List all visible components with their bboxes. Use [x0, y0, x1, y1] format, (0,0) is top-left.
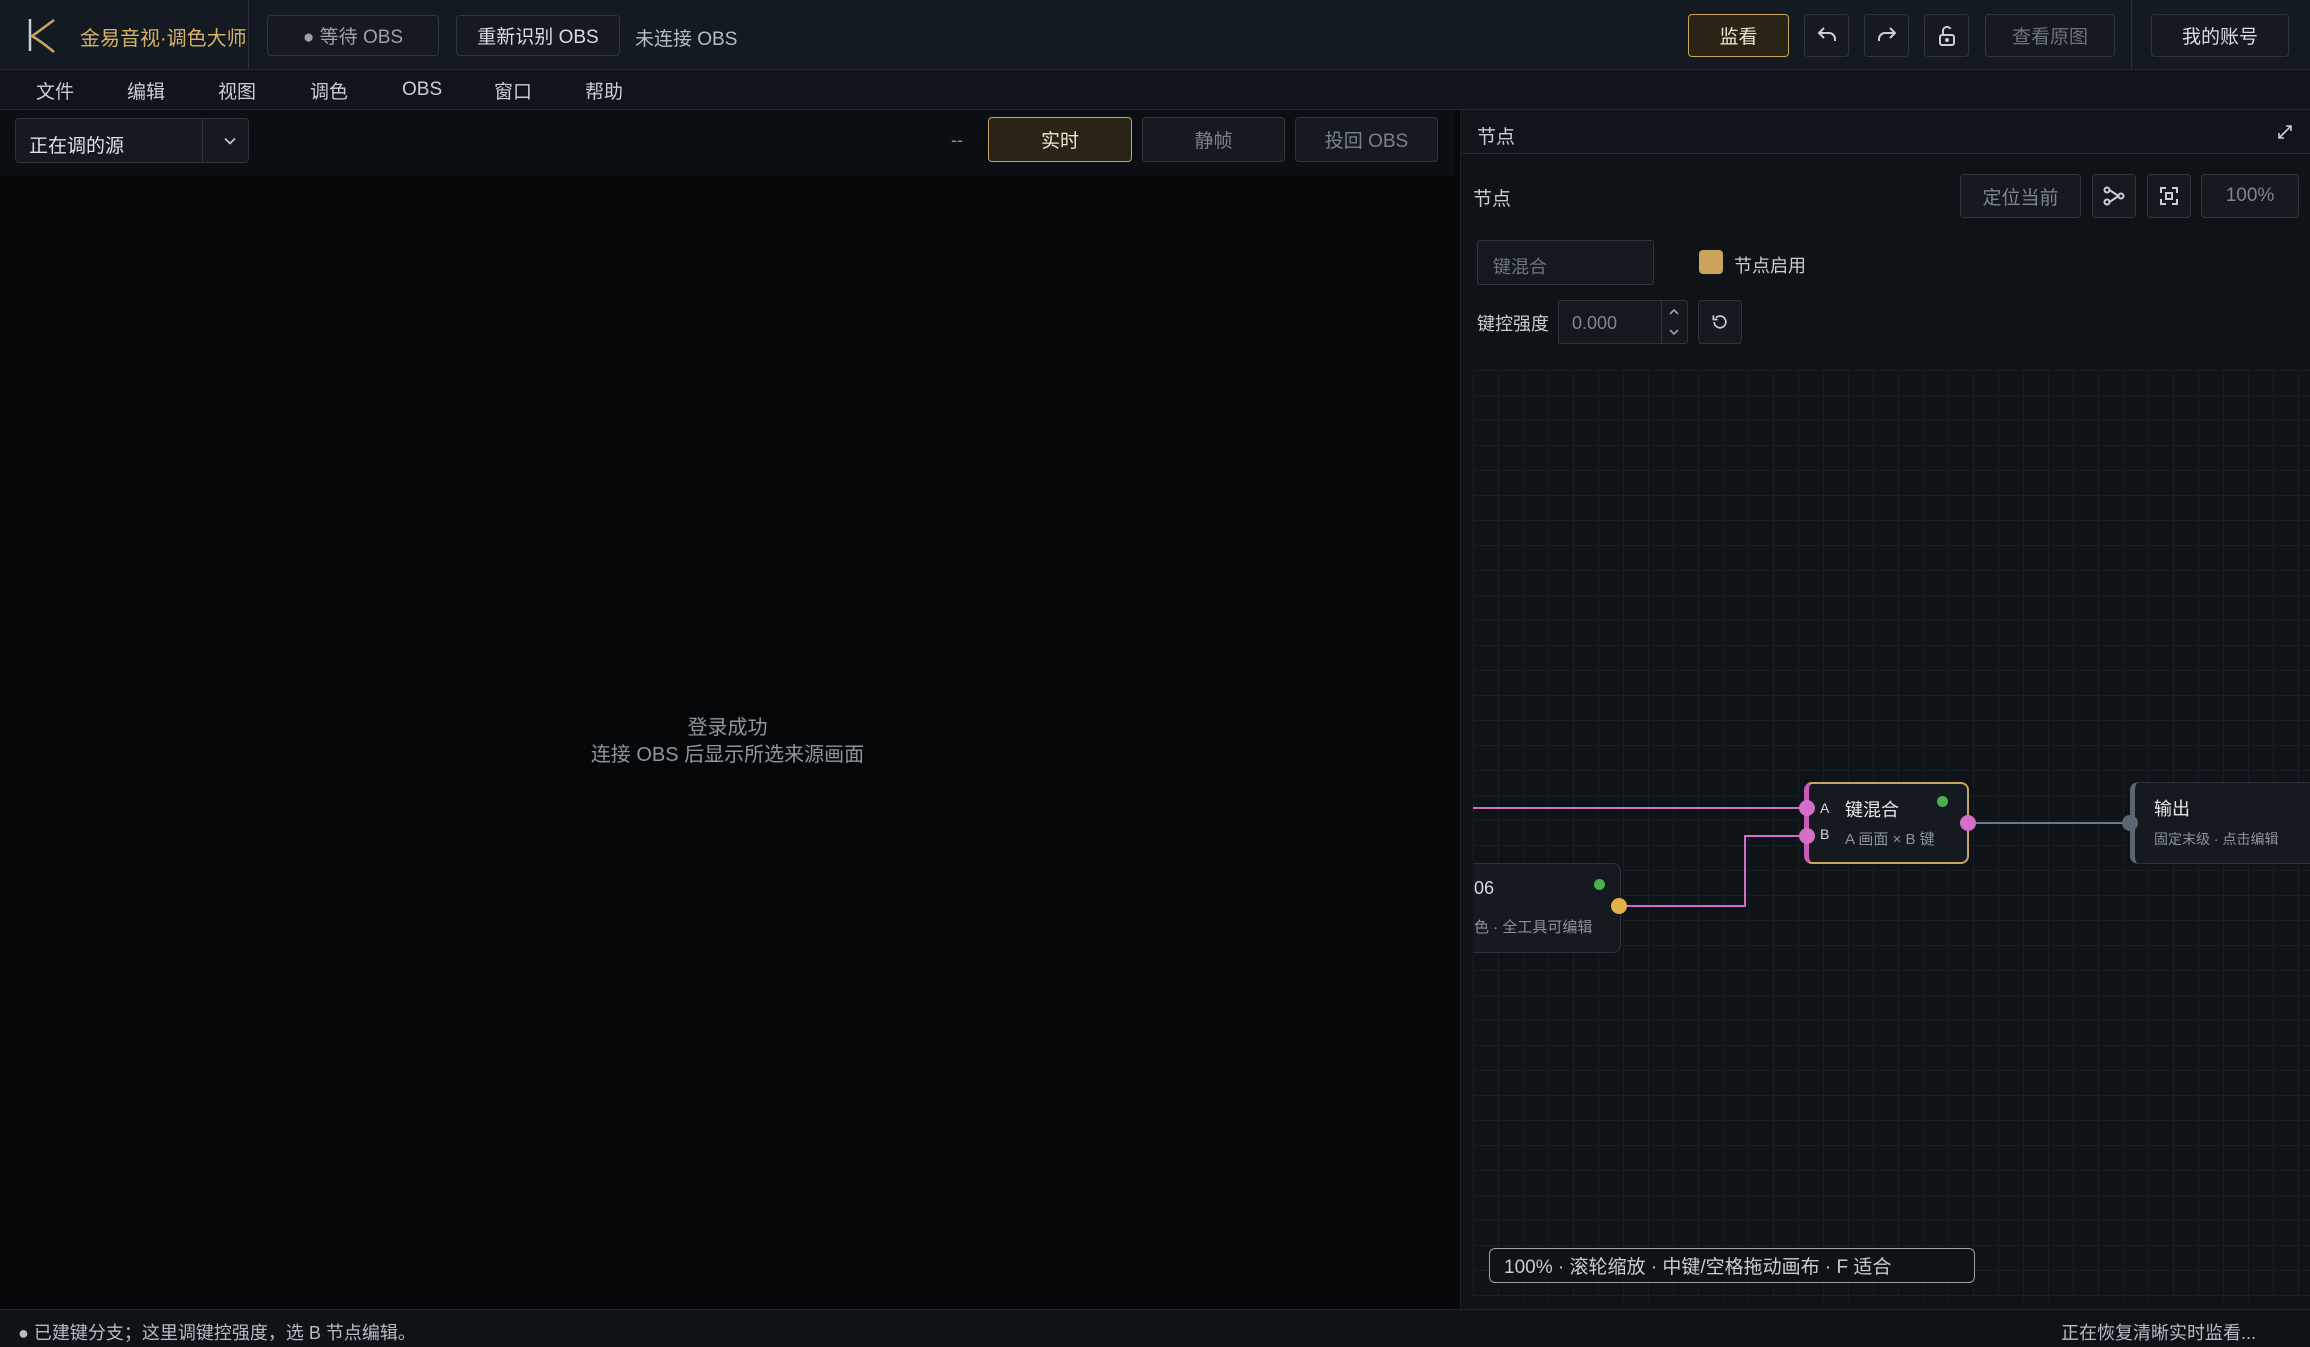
node-graph-icon — [2103, 186, 2125, 206]
locate-current-button[interactable]: 定位当前 — [1960, 174, 2081, 218]
menu-grade[interactable]: 调色 — [310, 70, 348, 110]
graph-hint: 100% · 滚轮缩放 · 中键/空格拖动画布 · F 适合 — [1489, 1248, 1975, 1283]
status-message: ● 已建键分支；这里调键控强度，选 B 节点编辑。 — [18, 1323, 416, 1343]
zoom-level[interactable]: 100% — [2201, 174, 2299, 218]
menu-edit[interactable]: 编辑 — [127, 70, 165, 110]
menu-view[interactable]: 视图 — [218, 70, 256, 110]
fit-screen-icon — [2160, 187, 2178, 205]
node-name-placeholder: 键混合 — [1493, 257, 1547, 277]
app-title: 金易音视·调色大师 — [80, 28, 247, 50]
top-bar: 金易音视·调色大师 ● 等待 OBS 重新识别 OBS 未连接 OBS 监看 查… — [0, 0, 2310, 70]
color-node-subtitle: 色 · 全工具可编辑 — [1474, 919, 1593, 936]
undo-button[interactable] — [1804, 14, 1849, 57]
return-to-obs-button[interactable]: 投回 OBS — [1295, 117, 1438, 162]
reset-strength-button[interactable] — [1698, 300, 1742, 344]
source-select[interactable]: 正在调的源 — [15, 118, 249, 163]
divider — [248, 0, 249, 70]
menu-bar: 文件 编辑 视图 调色 OBS 窗口 帮助 — [0, 70, 2310, 110]
menu-window[interactable]: 窗口 — [494, 70, 532, 110]
auto-layout-button[interactable] — [2092, 174, 2136, 218]
lock-button[interactable] — [1924, 14, 1969, 57]
output-node[interactable]: 输出 固定末级 · 点击编辑 — [2130, 782, 2310, 864]
color-node-output-port[interactable] — [1611, 898, 1627, 914]
output-input-port[interactable] — [2122, 815, 2138, 831]
unlock-icon — [1938, 25, 1955, 46]
key-strength-label: 键控强度 — [1477, 314, 1549, 334]
key-strength-value: 0.000 — [1572, 313, 1618, 333]
key-mix-node-title: 键混合 — [1845, 800, 1899, 820]
redo-button[interactable] — [1864, 14, 1909, 57]
port-a-label: A — [1820, 800, 1830, 816]
frame-counter: -- — [951, 130, 963, 150]
node-active-dot — [1937, 796, 1948, 807]
key-mix-output-port[interactable] — [1960, 815, 1976, 831]
monitor-button[interactable]: 监看 — [1688, 14, 1789, 57]
redo-icon — [1877, 26, 1896, 41]
color-node-title: 06 — [1474, 878, 1495, 898]
node-active-dot — [1594, 879, 1605, 890]
app-logo-icon — [28, 18, 55, 53]
view-original-button[interactable]: 查看原图 — [1985, 14, 2115, 57]
output-node-title: 输出 — [2154, 799, 2190, 819]
node-enable-label: 节点启用 — [1734, 256, 1806, 276]
divider — [2131, 0, 2132, 70]
chevron-down-icon — [224, 137, 236, 145]
menu-obs[interactable]: OBS — [402, 70, 442, 110]
menu-help[interactable]: 帮助 — [585, 70, 623, 110]
status-bar: ● 已建键分支；这里调键控强度，选 B 节点编辑。 正在恢复清晰实时监看... — [0, 1309, 2310, 1347]
divider — [202, 119, 203, 162]
port-b-label: B — [1820, 826, 1830, 842]
key-mix-node-subtitle: A 画面 × B 键 — [1845, 831, 1935, 848]
still-frame-button[interactable]: 静帧 — [1142, 117, 1285, 162]
preview-toolbar: 正在调的源 -- 实时 静帧 投回 OBS — [0, 110, 1455, 176]
status-progress: 正在恢复清晰实时监看... — [2060, 1323, 2256, 1343]
color-node[interactable]: 06 色 · 全工具可编辑 — [1473, 863, 1621, 953]
chevron-up-icon[interactable] — [1666, 305, 1682, 319]
expand-icon[interactable] — [2277, 124, 2293, 140]
menu-file[interactable]: 文件 — [36, 70, 74, 110]
redetect-obs-button[interactable]: 重新识别 OBS — [456, 15, 620, 56]
reset-icon — [1712, 315, 1727, 329]
divider — [1661, 301, 1662, 343]
node-enable-checkbox[interactable] — [1699, 250, 1723, 274]
section-label: 节点 — [1473, 189, 1512, 210]
preview-message-title: 登录成功 — [687, 717, 768, 739]
my-account-button[interactable]: 我的账号 — [2151, 14, 2289, 57]
node-name-field[interactable]: 键混合 — [1477, 240, 1654, 285]
key-strength-input[interactable]: 0.000 — [1558, 300, 1688, 344]
key-mix-node[interactable]: 键混合 A 画面 × B 键 A B — [1804, 782, 1969, 864]
source-select-value: 正在调的源 — [29, 136, 125, 157]
panel-title: 节点 — [1477, 127, 1516, 148]
live-button[interactable]: 实时 — [988, 117, 1132, 162]
node-graph-canvas[interactable]: 06 色 · 全工具可编辑 键混合 A 画面 × B 键 A B 输出 固定末级… — [1473, 370, 2310, 1300]
connection-status: 未连接 OBS — [635, 29, 738, 50]
preview-area: 登录成功 连接 OBS 后显示所选来源画面 — [0, 176, 1455, 1309]
undo-icon — [1817, 26, 1836, 41]
output-node-subtitle: 固定末级 · 点击编辑 — [2154, 831, 2279, 847]
key-mix-input-a-port[interactable] — [1799, 800, 1815, 816]
preview-message-hint: 连接 OBS 后显示所选来源画面 — [590, 744, 865, 766]
connection-b — [1619, 835, 1808, 907]
chevron-down-icon[interactable] — [1666, 325, 1682, 339]
obs-status-indicator: ● 等待 OBS — [267, 15, 439, 56]
fit-view-button[interactable] — [2147, 174, 2191, 218]
key-mix-input-b-port[interactable] — [1799, 828, 1815, 844]
panel-header: 节点 — [1461, 110, 2310, 154]
